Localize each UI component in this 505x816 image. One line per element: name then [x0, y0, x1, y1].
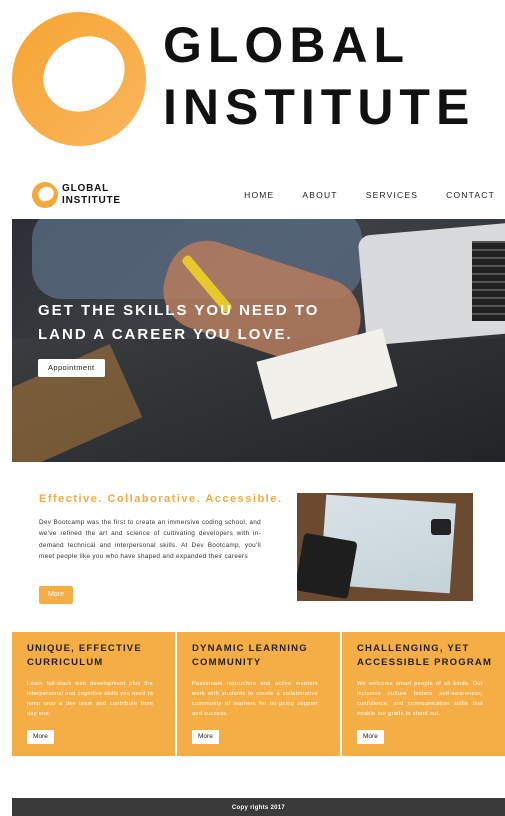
- logo-ring-icon: [12, 12, 146, 146]
- feature-more-button[interactable]: More: [357, 730, 384, 744]
- nav-link-services[interactable]: SERVICES: [366, 190, 418, 200]
- nav-logo-icon[interactable]: [32, 182, 58, 208]
- nav-link-contact[interactable]: CONTACT: [446, 190, 495, 200]
- feature-heading: UNIQUE, EFFECTIVE CURRICULUM: [27, 643, 142, 668]
- feature-card-curriculum: UNIQUE, EFFECTIVE CURRICULUM Learn full-…: [12, 632, 175, 756]
- features-row: UNIQUE, EFFECTIVE CURRICULUM Learn full-…: [12, 632, 505, 756]
- intro-image: [297, 493, 473, 601]
- feature-heading: DYNAMIC LEARNING COMMUNITY: [192, 643, 308, 668]
- feature-heading: CHALLENGING, YET ACCESSIBLE PROGRAM: [357, 643, 493, 668]
- intro-more-button[interactable]: More: [39, 586, 73, 604]
- nav-link-about[interactable]: ABOUT: [302, 190, 337, 200]
- feature-card-program: CHALLENGING, YET ACCESSIBLE PROGRAM We w…: [342, 632, 505, 756]
- footer: Copy rights 2017: [12, 798, 505, 816]
- feature-more-button[interactable]: More: [192, 730, 219, 744]
- hero-title: GET THE SKILLS YOU NEED TO LAND A CAREER…: [38, 299, 358, 347]
- feature-text: We welcome smart people of all kinds. Ou…: [357, 681, 483, 717]
- hero-title-line1: GET THE SKILLS YOU NEED TO: [38, 302, 320, 319]
- nav-brand-line1: GLOBAL: [62, 183, 110, 194]
- nav-links: HOME ABOUT SERVICES CONTACT: [216, 190, 495, 200]
- nav-brand-line2: INSTITUTE: [62, 195, 121, 206]
- intro-camera-shape: [431, 519, 451, 535]
- appointment-button[interactable]: Appointment: [38, 359, 105, 377]
- nav-brand[interactable]: GLOBAL INSTITUTE: [62, 183, 121, 207]
- logo-word-global: GLOBAL: [163, 17, 411, 73]
- hero-keyboard-shape: [472, 241, 505, 321]
- hero-banner: GET THE SKILLS YOU NEED TO LAND A CAREER…: [12, 219, 505, 462]
- feature-text: Learn full-stack web development plus th…: [27, 681, 153, 717]
- feature-card-community: DYNAMIC LEARNING COMMUNITY Passionate in…: [177, 632, 340, 756]
- logo-word-institute: INSTITUTE: [163, 79, 476, 135]
- intro-text: Dev Bootcamp was the first to create an …: [39, 519, 261, 560]
- feature-more-button[interactable]: More: [27, 730, 54, 744]
- footer-copyright: Copy rights 2017: [231, 805, 286, 811]
- nav-link-home[interactable]: HOME: [244, 190, 274, 200]
- intro-laptop-shape: [297, 532, 358, 600]
- intro-heading: Effective. Collaborative. Accessible.: [39, 493, 283, 505]
- hero-title-line2: LAND A CAREER YOU LOVE.: [38, 326, 293, 343]
- top-navigation: GLOBAL INSTITUTE HOME ABOUT SERVICES CON…: [12, 178, 505, 214]
- feature-text: Passionate instructors and active mentor…: [192, 681, 318, 717]
- site-logo-banner: GLOBAL INSTITUTE: [0, 0, 505, 160]
